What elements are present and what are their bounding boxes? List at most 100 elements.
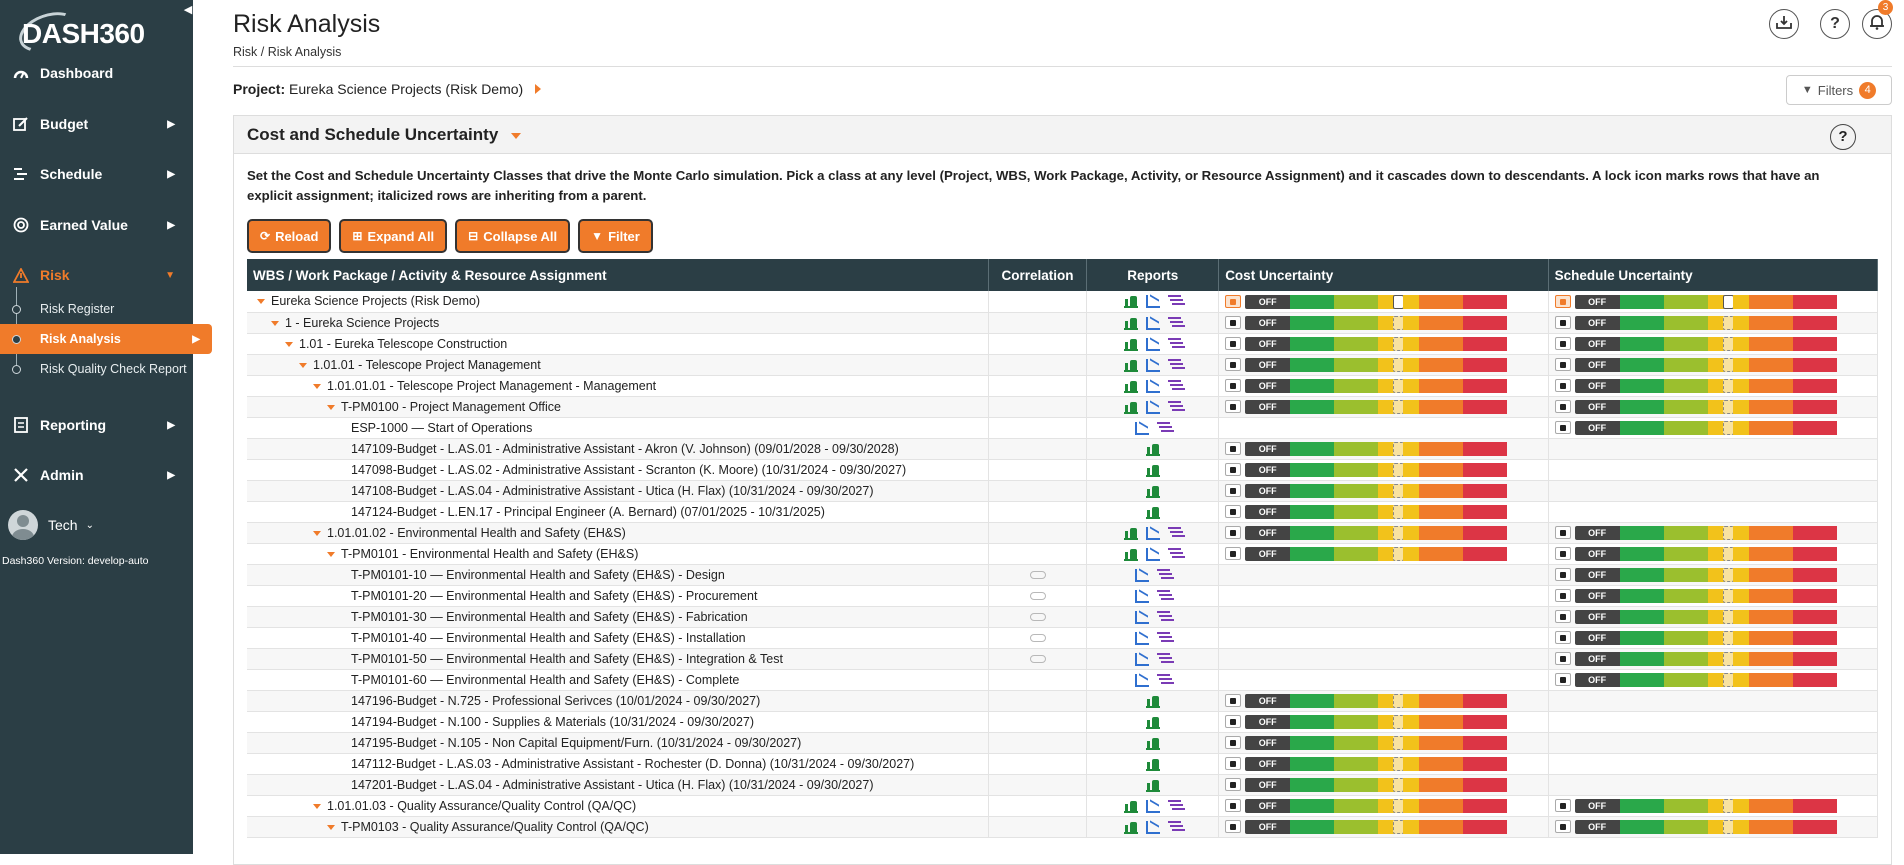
expand-caret-icon[interactable] [327, 404, 335, 410]
cost-uncertainty-slider[interactable]: OFF [1225, 525, 1508, 540]
orange-segment[interactable] [1748, 588, 1793, 603]
col-header-reports[interactable]: Reports [1086, 259, 1220, 291]
off-segment[interactable]: OFF [1245, 756, 1291, 771]
cost-report-icon[interactable] [1145, 695, 1160, 708]
off-segment[interactable]: OFF [1245, 693, 1291, 708]
lock-icon[interactable] [1554, 526, 1571, 540]
yellow-segment[interactable] [1403, 336, 1420, 351]
lock-icon[interactable] [1554, 652, 1571, 666]
cost-report-icon[interactable] [1123, 380, 1138, 393]
filters-button[interactable]: ▼ Filters 4 [1786, 75, 1892, 105]
green-segment[interactable] [1619, 588, 1664, 603]
lime-segment[interactable] [1334, 357, 1379, 372]
yellow-segment[interactable] [1732, 357, 1749, 372]
yellow-segment[interactable] [1378, 546, 1395, 561]
orange-segment[interactable] [1748, 357, 1793, 372]
off-segment[interactable]: OFF [1574, 315, 1620, 330]
yellow-segment[interactable] [1707, 420, 1724, 435]
s-curve-report-icon[interactable] [1145, 295, 1160, 309]
red-segment[interactable] [1463, 378, 1508, 393]
orange-segment[interactable] [1748, 630, 1793, 645]
cost-report-icon[interactable] [1123, 800, 1138, 813]
cost-uncertainty-slider[interactable]: OFF [1225, 357, 1508, 372]
lock-icon[interactable] [1225, 358, 1242, 372]
off-segment[interactable]: OFF [1245, 546, 1291, 561]
lock-icon[interactable] [1225, 757, 1242, 771]
nav-earned-value[interactable]: Earned Value ▶ [0, 202, 193, 248]
lock-icon[interactable] [1225, 505, 1242, 519]
yellow-segment[interactable] [1403, 714, 1420, 729]
s-curve-report-icon[interactable] [1134, 631, 1149, 645]
green-segment[interactable] [1290, 378, 1335, 393]
off-segment[interactable]: OFF [1574, 336, 1620, 351]
off-segment[interactable]: OFF [1574, 399, 1620, 414]
schedule-uncertainty-slider[interactable]: OFF [1554, 672, 1837, 687]
lime-segment[interactable] [1334, 735, 1379, 750]
tornado-report-icon[interactable] [1156, 589, 1171, 603]
green-segment[interactable] [1290, 441, 1335, 456]
s-curve-report-icon[interactable] [1145, 547, 1160, 561]
cost-report-icon[interactable] [1145, 737, 1160, 750]
orange-segment[interactable] [1748, 399, 1793, 414]
lime-segment[interactable] [1663, 315, 1708, 330]
yellow-segment[interactable] [1732, 630, 1749, 645]
yellow-segment[interactable] [1378, 693, 1395, 708]
table-row[interactable]: 147124-Budget - L.EN.17 - Principal Engi… [247, 501, 1879, 523]
s-curve-report-icon[interactable] [1145, 337, 1160, 351]
expand-all-button[interactable]: ⊞ Expand All [339, 219, 448, 253]
yellow-segment[interactable] [1378, 756, 1395, 771]
tornado-report-icon[interactable] [1156, 568, 1171, 582]
yellow-segment[interactable] [1403, 756, 1420, 771]
collapse-all-button[interactable]: ⊟ Collapse All [455, 219, 571, 253]
lime-segment[interactable] [1663, 399, 1708, 414]
lime-segment[interactable] [1663, 609, 1708, 624]
green-segment[interactable] [1290, 546, 1335, 561]
red-segment[interactable] [1463, 546, 1508, 561]
yellow-segment[interactable] [1732, 609, 1749, 624]
off-segment[interactable]: OFF [1574, 798, 1620, 813]
expand-caret-icon[interactable] [313, 383, 321, 389]
s-curve-report-icon[interactable] [1145, 526, 1160, 540]
expand-caret-icon[interactable] [257, 299, 265, 305]
yellow-segment[interactable] [1732, 798, 1749, 813]
off-segment[interactable]: OFF [1574, 294, 1620, 309]
cost-uncertainty-slider[interactable]: OFF [1225, 546, 1508, 561]
cost-uncertainty-slider[interactable]: OFF [1225, 441, 1508, 456]
off-segment[interactable]: OFF [1245, 315, 1291, 330]
breadcrumb[interactable]: Risk / Risk Analysis [233, 45, 341, 59]
red-segment[interactable] [1792, 378, 1837, 393]
link-icon[interactable] [1029, 613, 1046, 622]
orange-segment[interactable] [1419, 357, 1464, 372]
s-curve-report-icon[interactable] [1145, 820, 1160, 834]
cost-uncertainty-slider[interactable]: OFF [1225, 399, 1508, 414]
cost-report-icon[interactable] [1145, 443, 1160, 456]
s-curve-report-icon[interactable] [1134, 652, 1149, 666]
lock-icon[interactable] [1554, 673, 1571, 687]
lock-icon[interactable] [1554, 610, 1571, 624]
yellow-segment[interactable] [1732, 819, 1749, 834]
yellow-segment[interactable] [1732, 525, 1749, 540]
green-segment[interactable] [1619, 546, 1664, 561]
yellow-segment[interactable] [1707, 315, 1724, 330]
red-segment[interactable] [1792, 420, 1837, 435]
orange-segment[interactable] [1419, 546, 1464, 561]
table-row[interactable]: 1.01.01.01 - Telescope Project Managemen… [247, 375, 1879, 397]
yellow-segment[interactable] [1378, 399, 1395, 414]
yellow-segment[interactable] [1732, 546, 1749, 561]
off-segment[interactable]: OFF [1245, 504, 1291, 519]
cost-report-icon[interactable] [1123, 359, 1138, 372]
orange-segment[interactable] [1419, 525, 1464, 540]
lock-icon[interactable] [1554, 631, 1571, 645]
cost-uncertainty-slider[interactable]: OFF [1225, 735, 1508, 750]
tornado-report-icon[interactable] [1156, 631, 1171, 645]
yellow-segment[interactable] [1378, 735, 1395, 750]
yellow-segment[interactable] [1378, 525, 1395, 540]
tornado-report-icon[interactable] [1156, 421, 1171, 435]
schedule-uncertainty-slider[interactable]: OFF [1554, 588, 1837, 603]
orange-segment[interactable] [1748, 609, 1793, 624]
off-segment[interactable]: OFF [1574, 609, 1620, 624]
schedule-uncertainty-slider[interactable]: OFF [1554, 357, 1837, 372]
yellow-segment[interactable] [1707, 630, 1724, 645]
s-curve-report-icon[interactable] [1145, 400, 1160, 414]
orange-segment[interactable] [1419, 378, 1464, 393]
